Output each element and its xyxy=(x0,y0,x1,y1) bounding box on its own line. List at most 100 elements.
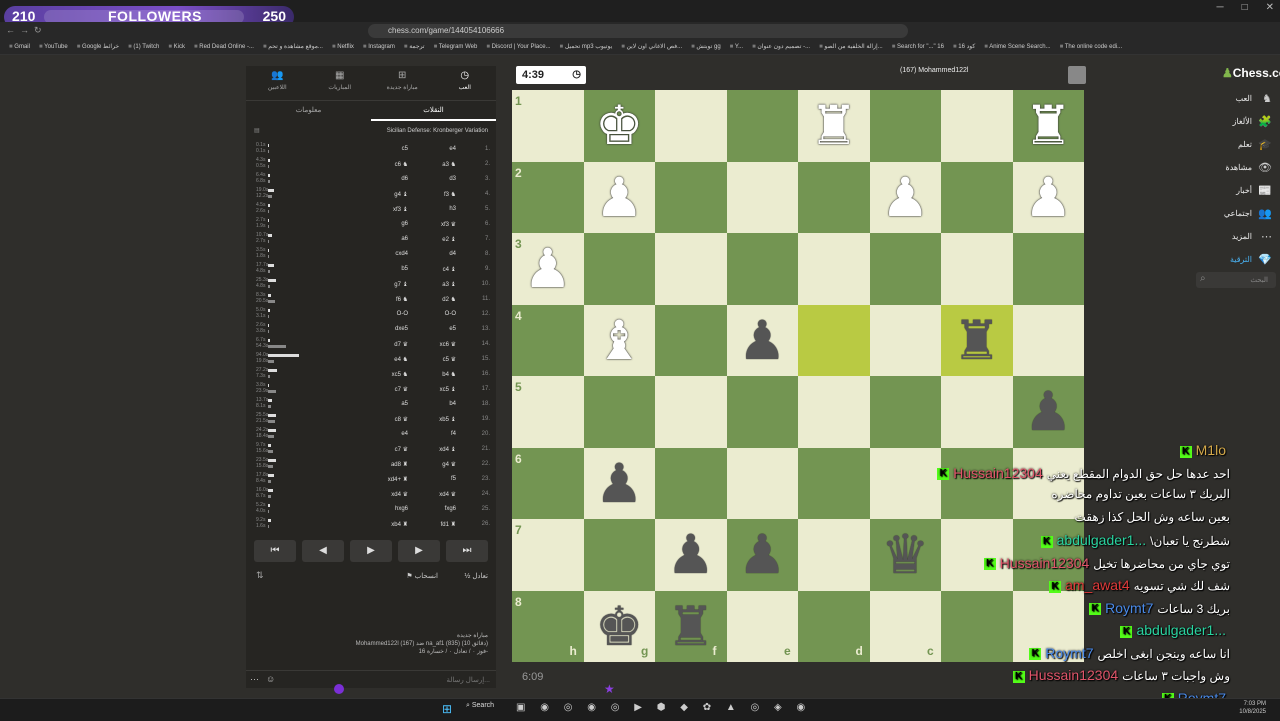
last-move-button[interactable]: ⏭ xyxy=(446,540,488,562)
taskbar-search[interactable]: ⌕ Search xyxy=(466,702,494,710)
nav-item[interactable]: المزيد ⋯ xyxy=(1196,226,1280,249)
white-piece[interactable]: ♟ xyxy=(584,162,656,234)
tab-info[interactable]: معلومات xyxy=(246,101,371,121)
black-piece[interactable]: ♟ xyxy=(655,519,727,591)
white-piece[interactable]: ♟ xyxy=(1013,162,1085,234)
white-move[interactable]: a3 ♞ xyxy=(442,161,456,168)
black-move[interactable]: b5 xyxy=(401,266,408,272)
maximize-icon[interactable]: □ xyxy=(1242,2,1248,13)
white-move[interactable]: O-O xyxy=(445,311,456,317)
bookmark-item[interactable]: Red Dead Online -... xyxy=(194,40,254,54)
white-move[interactable]: e5 xyxy=(449,326,456,332)
white-move[interactable]: e2 ♝ xyxy=(442,236,456,243)
bookmark-item[interactable]: تصميم دون عنوان -... xyxy=(752,40,810,54)
white-move[interactable]: g4 ♛ xyxy=(442,461,456,468)
black-move[interactable]: g7 ♝ xyxy=(394,281,408,288)
first-move-button[interactable]: ⏮ xyxy=(254,540,296,562)
board-square[interactable] xyxy=(655,447,727,519)
top-player-name[interactable]: Mohammed122l xyxy=(918,67,968,74)
nav-item[interactable]: أخبار 📰 xyxy=(1196,180,1280,203)
white-move[interactable]: xf3 ♛ xyxy=(441,221,456,228)
board-square[interactable] xyxy=(798,447,870,519)
black-move[interactable]: xc5 ♞ xyxy=(392,371,408,378)
black-move[interactable]: O-O xyxy=(397,311,408,317)
bookmark-item[interactable]: كود 16 xyxy=(953,40,975,54)
white-move[interactable]: xd4 ♛ xyxy=(439,491,456,498)
reload-icon[interactable]: ↻ xyxy=(34,25,42,35)
board-square[interactable] xyxy=(726,447,798,519)
white-piece[interactable]: ♚ xyxy=(584,90,656,162)
black-move[interactable]: g4 ♝ xyxy=(394,191,408,198)
nav-item[interactable]: الترقية 💎 xyxy=(1196,249,1280,272)
bookmark-item[interactable]: The online code edi... xyxy=(1060,40,1122,54)
board-square[interactable] xyxy=(869,376,941,448)
white-move[interactable]: e4 xyxy=(449,146,456,152)
white-move[interactable]: xc5 ♝ xyxy=(440,386,456,393)
board-square[interactable] xyxy=(512,90,584,162)
black-move[interactable]: d6 xyxy=(401,176,408,182)
board-square[interactable] xyxy=(655,233,727,305)
bookmark-item[interactable]: موقع مشاهدة و تحم... xyxy=(263,40,323,54)
board-square[interactable] xyxy=(798,161,870,233)
avatar[interactable] xyxy=(1068,66,1086,84)
black-piece[interactable]: ♟ xyxy=(727,305,799,377)
tab-moves[interactable]: النقلات xyxy=(371,101,496,121)
board-square[interactable] xyxy=(655,376,727,448)
black-move[interactable]: c6 ♞ xyxy=(395,161,408,168)
board-square[interactable] xyxy=(512,519,584,591)
board-square[interactable] xyxy=(1012,304,1084,376)
black-move[interactable]: c7 ♛ xyxy=(395,386,408,393)
black-piece[interactable]: ♟ xyxy=(1013,376,1085,448)
play-button[interactable]: ▶ xyxy=(350,540,392,562)
chat-input[interactable]: ⋯ ☺ إرسال رسالة... xyxy=(246,670,496,689)
black-move[interactable]: xd4+ ♜ xyxy=(388,476,408,483)
white-piece[interactable]: ♜ xyxy=(1013,90,1085,162)
emoji-icon[interactable]: ☺ xyxy=(266,674,275,684)
board-square[interactable] xyxy=(655,304,727,376)
black-move[interactable]: ad8 ♜ xyxy=(391,461,408,468)
url-field[interactable]: chess.com/game/144054106666 xyxy=(368,24,908,38)
white-move[interactable]: d4 xyxy=(449,251,456,257)
bookmark-item[interactable]: Google خرائط xyxy=(77,40,119,54)
more-icon[interactable]: ⋯ xyxy=(250,674,259,685)
chesscom-logo[interactable]: ♟Chess.com xyxy=(1222,66,1280,80)
bookmark-item[interactable]: تحميل mp3 يوتيوب xyxy=(560,40,612,54)
black-move[interactable]: dxe5 xyxy=(395,326,408,332)
white-move[interactable]: f3 ♞ xyxy=(444,191,456,198)
black-move[interactable]: xb4 ♜ xyxy=(391,521,408,528)
bookmark-item[interactable]: (1) Twitch xyxy=(128,40,159,54)
white-move[interactable]: fxg6 xyxy=(445,506,456,512)
black-move[interactable]: e4 xyxy=(401,431,408,437)
black-move[interactable]: c8 ♛ xyxy=(395,416,408,423)
nav-item[interactable]: العب ♞ xyxy=(1196,88,1280,111)
board-square[interactable] xyxy=(798,376,870,448)
black-move[interactable]: cxd4 xyxy=(395,251,408,257)
minimize-icon[interactable]: ─ xyxy=(1216,2,1223,13)
bookmark-item[interactable]: Anime Scene Search... xyxy=(984,40,1050,54)
taskbar-apps[interactable]: ▣ ◉ ◎ ◉ ◎ ▶ ⬢ ◆ ✿ ▲ ◎ ◈ ◉ xyxy=(516,702,811,713)
black-move[interactable]: c5 xyxy=(402,146,408,152)
back-icon[interactable]: ← xyxy=(6,25,15,35)
black-move[interactable]: xf3 ♝ xyxy=(393,206,408,213)
white-move[interactable]: c4 ♝ xyxy=(443,266,456,273)
board-square[interactable] xyxy=(1012,233,1084,305)
panel-tab[interactable]: 👥 اللاعبين xyxy=(246,66,309,100)
white-move[interactable]: xd4 ♝ xyxy=(439,446,456,453)
board-square[interactable] xyxy=(869,233,941,305)
bookmark-item[interactable]: فص الاغاني اون لاين... xyxy=(621,40,683,54)
white-move[interactable]: h3 xyxy=(449,206,456,212)
white-move[interactable]: xb5 ♝ xyxy=(439,416,456,423)
bookmark-item[interactable]: Instagram xyxy=(363,40,395,54)
white-move[interactable]: b4 ♞ xyxy=(442,371,456,378)
bookmark-item[interactable]: Telegram Web xyxy=(434,40,478,54)
panel-tab[interactable]: ▦ المباريات xyxy=(309,66,372,100)
board-square[interactable] xyxy=(941,161,1013,233)
nav-item[interactable]: الألغاز 🧩 xyxy=(1196,111,1280,134)
flip-board-icon[interactable]: ⇅ xyxy=(256,570,264,581)
black-piece[interactable]: ♟ xyxy=(584,448,656,520)
black-move[interactable]: g6 xyxy=(401,221,408,227)
black-piece[interactable]: ♜ xyxy=(941,305,1013,377)
white-piece[interactable]: ♜ xyxy=(798,90,870,162)
board-square[interactable] xyxy=(583,233,655,305)
white-piece[interactable]: ♝ xyxy=(584,305,656,377)
